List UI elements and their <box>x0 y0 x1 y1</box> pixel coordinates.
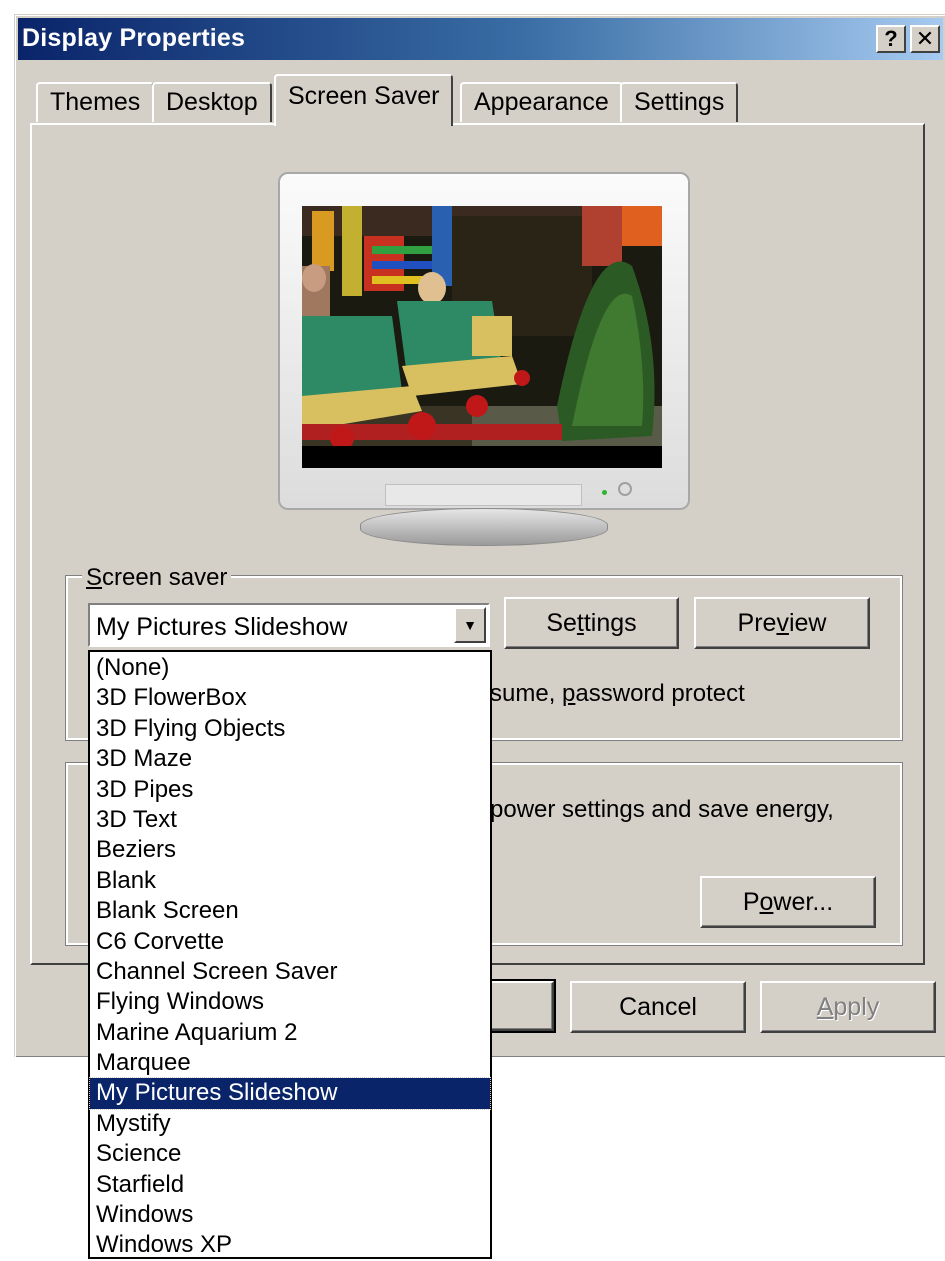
apply-button[interactable]: Apply <box>760 981 936 1033</box>
dropdown-option[interactable]: Mystify <box>90 1109 490 1139</box>
tab-screen-saver[interactable]: Screen Saver <box>274 74 454 126</box>
tab-desktop[interactable]: Desktop <box>152 82 272 122</box>
help-icon: ? <box>884 26 898 51</box>
dropdown-option[interactable]: Blank Screen <box>90 896 490 926</box>
window-title: Display Properties <box>22 24 246 52</box>
title-bar[interactable]: Display Properties ? ✕ <box>18 18 943 60</box>
dropdown-option[interactable]: Windows <box>90 1200 490 1230</box>
tab-themes-label: Themes <box>50 88 141 116</box>
dropdown-option[interactable]: 3D FlowerBox <box>90 683 490 713</box>
tab-themes[interactable]: Themes <box>36 82 155 122</box>
dropdown-option[interactable]: Blank <box>90 866 490 896</box>
dropdown-option[interactable]: 3D Maze <box>90 744 490 774</box>
dropdown-option[interactable]: Marine Aquarium 2 <box>90 1018 490 1048</box>
screen-saver-dropdown-list[interactable]: (None) 3D FlowerBox 3D Flying Objects 3D Ma… <box>88 650 492 1259</box>
dropdown-option[interactable]: Marquee <box>90 1048 490 1078</box>
tab-settings-label: Settings <box>634 88 725 116</box>
preview-button[interactable]: Pre v iew <box>694 597 870 649</box>
close-icon: ✕ <box>915 26 935 51</box>
close-button[interactable]: ✕ <box>910 25 940 53</box>
dropdown-option[interactable]: Flying Windows <box>90 987 490 1017</box>
tab-appearance-label: Appearance <box>474 88 609 116</box>
dropdown-option[interactable]: Beziers <box>90 835 490 865</box>
power-led-icon <box>602 490 607 495</box>
dropdown-option[interactable]: Science <box>90 1139 490 1169</box>
monitor-stand <box>360 508 608 546</box>
dropdown-option[interactable]: 3D Pipes <box>90 775 490 805</box>
dropdown-option[interactable]: 3D Text <box>90 805 490 835</box>
tab-screen-saver-label: Screen Saver <box>288 82 440 110</box>
dropdown-option[interactable]: My Pictures Slideshow <box>89 1077 491 1110</box>
screen-saver-preview-image <box>302 206 662 468</box>
dropdown-arrow-button[interactable]: ▼ <box>454 607 486 643</box>
dropdown-option[interactable]: 3D Flying Objects <box>90 714 490 744</box>
settings-button[interactable]: Se t tings <box>504 597 679 649</box>
power-button[interactable]: Po wer... <box>700 876 876 928</box>
cancel-button[interactable]: Cancel <box>570 981 746 1033</box>
monitor-power-text: power settings and save energy, <box>490 796 834 823</box>
dropdown-option[interactable]: Channel Screen Saver <box>90 957 490 987</box>
monitor-preview <box>278 172 690 510</box>
monitor-power-icon <box>618 482 632 496</box>
dropdown-option[interactable]: Starfield <box>90 1170 490 1200</box>
tab-desktop-label: Desktop <box>166 88 258 116</box>
tab-appearance[interactable]: Appearance <box>460 82 623 122</box>
dropdown-option[interactable]: C6 Corvette <box>90 927 490 957</box>
dropdown-option[interactable]: (None) <box>90 653 490 683</box>
screen-saver-select[interactable]: My Pictures Slideshow ▼ <box>88 603 490 647</box>
monitor-bezel-panel <box>385 484 582 506</box>
help-button[interactable]: ? <box>876 25 906 53</box>
screen-saver-select-value: My Pictures Slideshow <box>96 613 348 641</box>
password-protect-label: sume, password protect <box>490 680 745 707</box>
preview-photo <box>302 206 662 468</box>
chevron-down-icon: ▼ <box>463 617 477 633</box>
screen-saver-group-label: Screen saver <box>82 564 232 592</box>
dropdown-option[interactable]: Windows XP <box>90 1230 490 1260</box>
tab-settings[interactable]: Settings <box>620 82 739 122</box>
